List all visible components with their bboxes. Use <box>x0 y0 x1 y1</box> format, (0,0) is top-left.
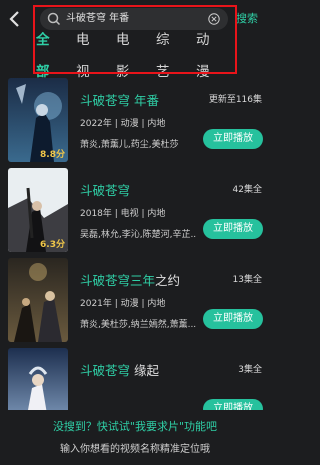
result-cast: 吴磊,林允,李沁,陈楚河,辛芷... <box>80 230 196 240</box>
rating-badge: 8.8分 <box>40 150 65 160</box>
poster-image[interactable]: 6.3分 <box>8 168 68 252</box>
back-arrow-icon[interactable] <box>7 9 23 29</box>
result-title[interactable]: 斗破苍穹 缘起 <box>80 360 159 379</box>
rating-badge: 6.3分 <box>40 240 65 250</box>
request-footer: 没搜到？快试试"我要求片"功能吧 输入你想看的视频名称精准定位哦 <box>0 410 270 465</box>
list-item[interactable]: 斗破苍穹三年之约 13集全 2021年 | 动漫 | 内地 萧炎,美杜莎,纳兰嫣… <box>0 258 270 348</box>
play-now-button[interactable]: 立即播放 <box>203 309 263 329</box>
list-item[interactable]: 6.3分 斗破苍穹 42集全 2018年 | 电视 | 内地 吴磊,林允,李沁,… <box>0 168 270 258</box>
result-cast: 萧炎,萧薰儿,药尘,美杜莎 <box>80 140 179 150</box>
episode-status: 42集全 <box>232 185 262 195</box>
episode-status: 更新至116集 <box>208 95 262 105</box>
list-item[interactable]: 8.8分 斗破苍穹 年番 更新至116集 2022年 | 动漫 | 内地 萧炎,… <box>0 78 270 168</box>
play-now-button[interactable]: 立即播放 <box>203 129 263 149</box>
play-now-button[interactable]: 立即播放 <box>203 219 263 239</box>
request-hint: 输入你想看的视频名称精准定位哦 <box>60 444 210 455</box>
episode-status: 3集全 <box>238 365 262 375</box>
result-title[interactable]: 斗破苍穹 年番 <box>80 90 159 109</box>
result-title[interactable]: 斗破苍穹三年之约 <box>80 270 180 289</box>
poster-image[interactable] <box>8 258 68 342</box>
category-tabs: 全部 电视 电影 综艺 动漫 <box>36 32 236 85</box>
result-meta: 2021年 | 动漫 | 内地 <box>80 299 166 309</box>
result-meta: 2022年 | 动漫 | 内地 <box>80 119 166 129</box>
result-cast: 萧炎,美杜莎,纳兰嫣然,萧薰... <box>80 320 196 330</box>
request-prompt-link[interactable]: 没搜到？快试试"我要求片"功能吧 <box>0 418 270 434</box>
result-title[interactable]: 斗破苍穹 <box>80 180 130 199</box>
poster-image[interactable]: 8.8分 <box>8 78 68 162</box>
search-button[interactable]: 搜索 <box>236 10 258 28</box>
episode-status: 13集全 <box>232 275 262 285</box>
result-meta: 2018年 | 电视 | 内地 <box>80 209 166 219</box>
